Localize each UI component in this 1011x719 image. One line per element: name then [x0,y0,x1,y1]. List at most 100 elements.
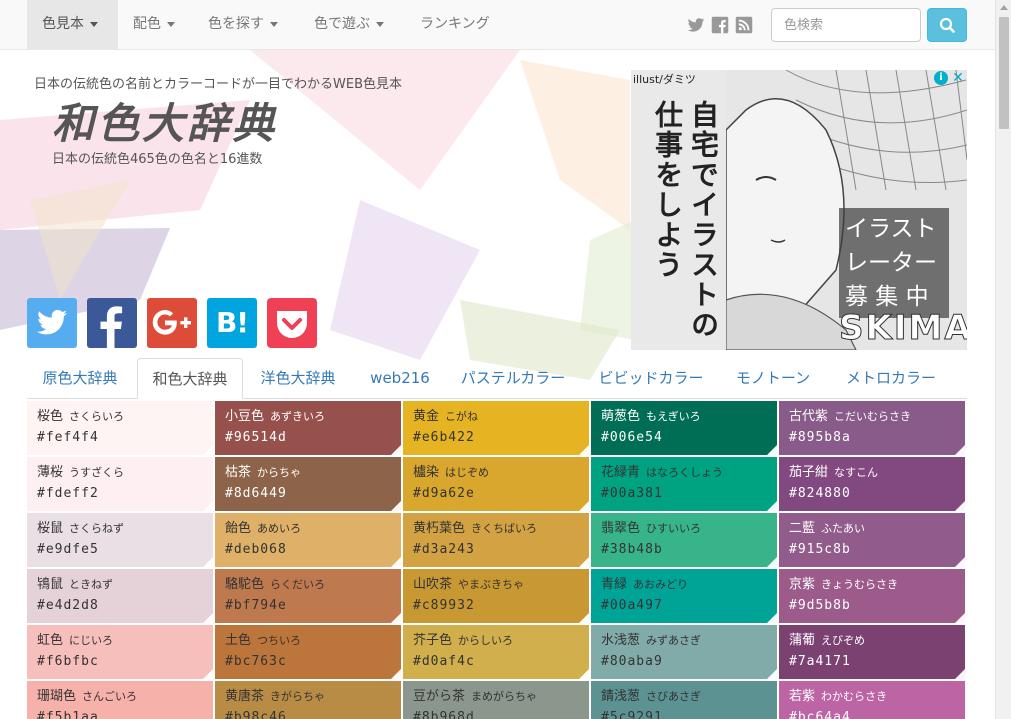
color-hex-code: #bc763c [225,654,287,669]
color-swatch[interactable]: 京紫 きょうむらさき #9d5b8b [779,569,965,623]
rss-icon[interactable] [735,16,753,34]
color-kana-reading: からしいろ [458,634,514,647]
color-swatch[interactable]: 若紫 わかむらさき #bc64a4 [779,681,965,719]
color-kana-reading: にじいろ [69,634,114,647]
color-swatch[interactable]: 青緑 あおみどり #00a497 [591,569,777,623]
color-swatch[interactable]: 小豆色 あずきいろ #96514d [215,401,401,455]
color-name: 古代紫 こだいむらさき [789,407,965,427]
corner-fold [767,445,777,455]
twitter-icon[interactable] [687,16,705,34]
corner-fold [955,557,965,567]
color-name: 黄金 こがね [413,407,589,427]
color-kanji-name: 枯茶 [225,465,252,480]
nav-ranking[interactable]: ランキング [420,0,490,50]
color-swatch[interactable]: 桜鼠 さくらねず #e9dfe5 [27,513,213,567]
tab-metro-colors[interactable]: メトロカラー [839,358,943,399]
tab-pastel-colors[interactable]: パステルカラー [453,358,573,399]
color-hex-code: #fef4f4 [37,430,99,445]
page-scrollbar[interactable] [995,0,1011,719]
color-swatch[interactable]: 錆浅葱 さびあさぎ #5c9291 [591,681,777,719]
hatena-bookmark-button[interactable]: B! [207,298,257,348]
nav-play-with-color[interactable]: 色で遊ぶ [314,0,384,50]
color-swatch[interactable]: 茄子紺 なすこん #824880 [779,457,965,511]
facebook-icon[interactable] [711,16,729,34]
color-kanji-name: 芥子色 [413,633,453,648]
color-swatch[interactable]: 珊瑚色 さんごいろ #f5b1aa [27,681,213,719]
color-swatch[interactable]: 萌葱色 もえぎいろ #006e54 [591,401,777,455]
color-swatch[interactable]: 花緑青 はなろくしょう #00a381 [591,457,777,511]
color-name: 芥子色 からしいろ [413,631,589,651]
color-swatch[interactable]: 枯茶 からちゃ #8d6449 [215,457,401,511]
nav-find-color[interactable]: 色を探す [208,0,278,50]
scroll-up-arrow-icon[interactable] [1000,5,1008,10]
color-swatch[interactable]: 櫨染 はじぞめ #d9a62e [403,457,589,511]
scroll-thumb[interactable] [999,17,1009,129]
color-kanji-name: 鴇鼠 [37,577,64,592]
color-kana-reading: なすこん [834,466,879,479]
color-hex-code: #5c9291 [601,710,663,719]
color-swatch[interactable]: 芥子色 からしいろ #d0af4c [403,625,589,679]
color-swatch[interactable]: 鴇鼠 ときねず #e4d2d8 [27,569,213,623]
googleplus-share-button[interactable] [147,298,197,348]
color-swatch-grid: 桜色 さくらいろ #fef4f4 薄桜 うすざくら #fdeff2 桜鼠 さくらねず #e9df… [27,400,967,719]
color-search-input[interactable] [771,8,921,42]
ad-brand-name: SKIMA [839,308,967,349]
color-hex-code: #d9a62e [413,486,475,501]
color-swatch[interactable]: 薄桜 うすざくら #fdeff2 [27,457,213,511]
color-swatch[interactable]: 豆がら茶 まめがらちゃ #8b968d [403,681,589,719]
color-swatch[interactable]: 虹色 にじいろ #f6bfbc [27,625,213,679]
search-button[interactable] [927,8,967,42]
nav-color-scheme[interactable]: 配色 [133,0,175,50]
color-kanji-name: 珊瑚色 [37,689,77,704]
ad-recruit-line-1: イラスト [845,216,937,242]
color-hex-code: #00a497 [601,598,663,613]
color-name: 蒲葡 えびぞめ [789,631,965,651]
color-swatch[interactable]: 桜色 さくらいろ #fef4f4 [27,401,213,455]
color-swatch[interactable]: 駱駝色 らくだいろ #bf794e [215,569,401,623]
color-name: 駱駝色 らくだいろ [225,575,401,595]
chevron-down-icon [270,21,278,27]
hatena-icon: B! [215,306,249,339]
color-swatch[interactable]: 山吹茶 やまぶきちゃ #c89932 [403,569,589,623]
color-kanji-name: 小豆色 [225,409,265,424]
dictionary-tabs: 原色大辞典 和色大辞典 洋色大辞典 web216 パステルカラー ビビッドカラー… [27,358,967,399]
nav-color-samples[interactable]: 色見本 [27,0,118,50]
color-swatch[interactable]: 蒲葡 えびぞめ #7a4171 [779,625,965,679]
color-swatch[interactable]: 土色 つちいろ #bc763c [215,625,401,679]
tab-web216[interactable]: web216 [357,358,443,399]
color-swatch[interactable]: 黄唐茶 きがらちゃ #b98c46 [215,681,401,719]
corner-fold [579,501,589,511]
site-title-logo[interactable]: 和色大辞典 [52,90,277,151]
color-swatch[interactable]: 古代紫 こだいむらさき #895b8a [779,401,965,455]
tab-monotone[interactable]: モノトーン [731,358,815,399]
facebook-share-button[interactable] [87,298,137,348]
color-name: 虹色 にじいろ [37,631,213,651]
tab-japanese-colors[interactable]: 和色大辞典 [137,358,243,399]
color-swatch[interactable]: 二藍 ふたあい #915c8b [779,513,965,567]
color-hex-code: #80aba9 [601,654,663,669]
color-swatch[interactable]: 翡翠色 ひすいいろ #38b48b [591,513,777,567]
color-kanji-name: 駱駝色 [225,577,265,592]
color-swatch[interactable]: 飴色 あめいろ #deb068 [215,513,401,567]
color-kana-reading: まめがらちゃ [471,690,538,703]
color-hex-code: #e4d2d8 [37,598,99,613]
color-kana-reading: さくらいろ [69,410,125,423]
nav-find-color-label: 色を探す [208,16,264,32]
color-hex-code: #824880 [789,486,851,501]
ad-info-icon[interactable]: i [934,71,948,85]
advertisement-banner[interactable]: illust/ダミツ 自宅でイラストの 仕事をしよう イラスト レーター 募 集… [631,70,967,350]
tab-vivid-colors[interactable]: ビビッドカラー [593,358,709,399]
ad-close-icon[interactable]: ✕ [951,70,965,86]
twitter-share-button[interactable] [27,298,77,348]
pocket-share-button[interactable] [267,298,317,348]
color-swatch[interactable]: 黄金 こがね #e6b422 [403,401,589,455]
site-subtitle: 日本の伝統色465色の色名と16進数 [52,152,263,167]
color-name: 京紫 きょうむらさき [789,575,965,595]
color-swatch[interactable]: 黄朽葉色 きくちばいろ #d3a243 [403,513,589,567]
tab-western-colors[interactable]: 洋色大辞典 [247,358,349,399]
color-name: 櫨染 はじぞめ [413,463,589,483]
color-swatch[interactable]: 水浅葱 みずあさぎ #80aba9 [591,625,777,679]
tab-primary-colors[interactable]: 原色大辞典 [32,358,128,399]
corner-fold [767,501,777,511]
googleplus-icon [147,298,197,348]
